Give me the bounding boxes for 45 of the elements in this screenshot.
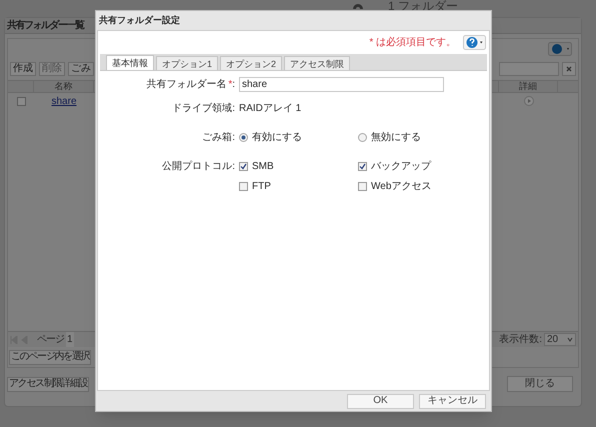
field-label: ごみ箱: [202, 131, 235, 145]
checkbox-option[interactable]: SMB [239, 159, 354, 174]
radio-icon[interactable] [358, 133, 367, 142]
page-field[interactable]: 1 [66, 332, 74, 347]
checkbox-icon[interactable] [239, 162, 248, 171]
panel-title: 共有フォルダー一覧 [7, 18, 84, 33]
field-value: RAIDアレイ 1 [239, 103, 302, 114]
checkbox-icon[interactable] [358, 182, 367, 191]
field-label: ドライブ領域: [172, 102, 235, 116]
page-size-select[interactable]: 20 [544, 333, 576, 346]
close-icon[interactable] [562, 62, 576, 76]
checkbox-icon[interactable] [358, 162, 367, 171]
toolbar-button[interactable]: 作成 [10, 62, 36, 76]
label-colon: : [232, 78, 235, 92]
tab[interactable]: オプション2 [220, 56, 282, 70]
required-note: * は必須項目です。 [369, 36, 456, 50]
tab[interactable]: オプション1 [156, 56, 218, 70]
checkbox-option[interactable]: バックアップ [358, 159, 489, 174]
checkbox-option[interactable]: FTP [239, 179, 354, 194]
access-settings-button[interactable]: アクセス制限詳細設 [7, 376, 90, 392]
text-field[interactable]: share [239, 77, 444, 92]
field-label: 公開プロトコル: [162, 160, 235, 174]
tab[interactable]: 基本情報 [106, 55, 154, 70]
dialog-title: 共有フォルダー設定 [99, 14, 180, 27]
page-label: ページ [37, 333, 64, 347]
column-header: 名称 [54, 80, 72, 93]
toolbar-button[interactable]: ごみ [68, 62, 94, 76]
dialog-button[interactable]: OK [347, 394, 414, 408]
checkbox-option[interactable]: Webアクセス [358, 179, 489, 194]
select-page-button[interactable]: このページ内を選択 [9, 350, 92, 364]
dialog-button[interactable]: キャンセル [419, 394, 486, 408]
search-field[interactable] [499, 62, 559, 76]
radio-option[interactable]: 有効にする [239, 130, 354, 145]
required-mark: * [228, 78, 232, 92]
row-checkbox[interactable] [16, 96, 26, 106]
radio-icon[interactable] [239, 133, 248, 142]
tab[interactable]: アクセス制限 [284, 56, 350, 70]
field-label: 共有フォルダー名 [146, 78, 226, 92]
folder-link[interactable]: share [51, 94, 76, 108]
column-header: 詳細 [519, 80, 537, 93]
page-size-label: 表示件数: [499, 332, 542, 347]
play-icon[interactable] [524, 96, 534, 106]
close-button[interactable]: 閉じる [507, 376, 573, 392]
radio-option[interactable]: 無効にする [358, 130, 489, 145]
checkbox-icon[interactable] [239, 182, 248, 191]
